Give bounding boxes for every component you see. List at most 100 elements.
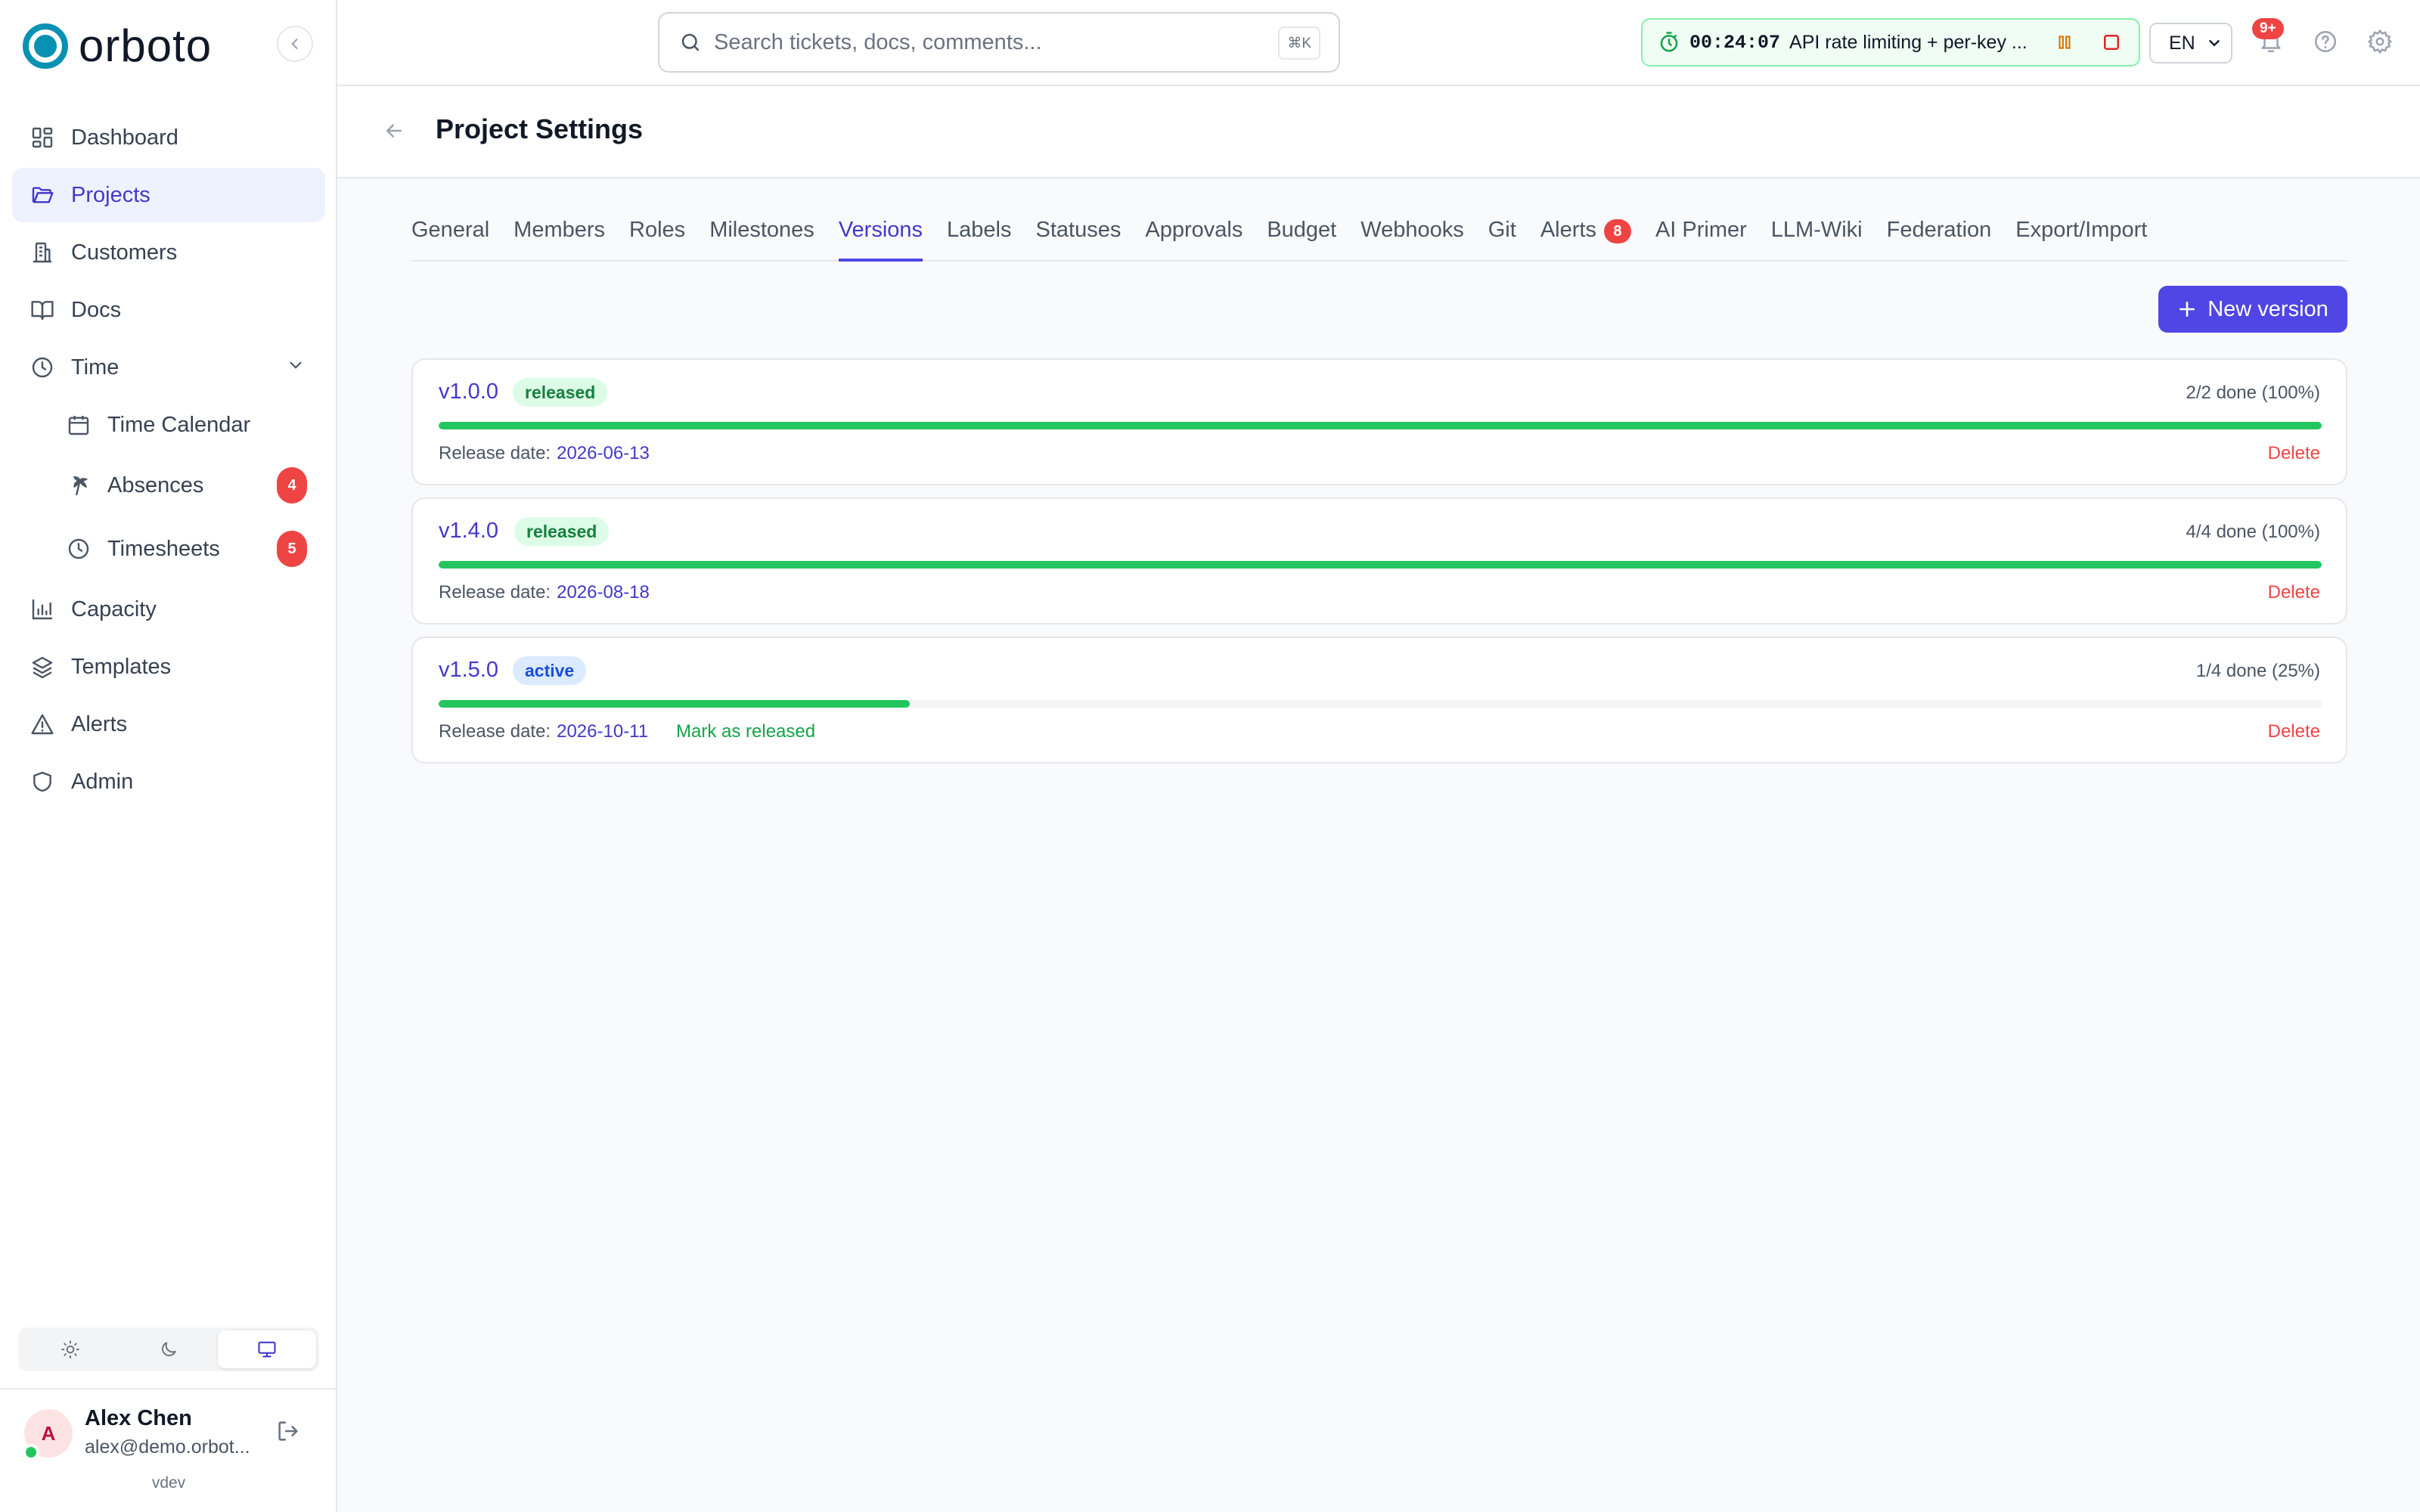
settings-tabs: General Members Roles Milestones Version…: [411, 210, 2347, 262]
tab-ai-primer[interactable]: AI Primer: [1655, 210, 1747, 262]
tab-label: Labels: [947, 218, 1012, 242]
sidebar-item-time[interactable]: Time: [12, 340, 325, 395]
clock-icon: [32, 357, 53, 378]
tab-alerts[interactable]: Alerts 8: [1540, 210, 1631, 262]
help-button[interactable]: [2313, 29, 2338, 54]
sidebar-item-docs[interactable]: Docs: [12, 283, 325, 337]
tab-webhooks[interactable]: Webhooks: [1360, 210, 1464, 262]
search-input[interactable]: Search tickets, docs, comments... ⌘K: [658, 12, 1340, 73]
user-name: Alex Chen: [85, 1406, 192, 1430]
tab-budget[interactable]: Budget: [1267, 210, 1336, 262]
sidebar-item-time-calendar[interactable]: Time Calendar: [12, 398, 325, 452]
tab-roles[interactable]: Roles: [629, 210, 685, 262]
sidebar: orboto Dashboard Projects Customers Docs…: [0, 0, 337, 1512]
monitor-icon: [258, 1341, 276, 1358]
tab-federation[interactable]: Federation: [1887, 210, 1992, 262]
settings-button[interactable]: [2367, 29, 2393, 54]
collapse-sidebar-button[interactable]: [277, 26, 313, 62]
sidebar-item-projects[interactable]: Projects: [12, 168, 325, 222]
sidebar-item-label: Absences: [107, 472, 204, 497]
theme-light-button[interactable]: [21, 1331, 119, 1368]
stop-icon[interactable]: [2100, 31, 2123, 54]
sidebar-item-admin[interactable]: Admin: [12, 754, 325, 809]
sidebar-item-templates[interactable]: Templates: [12, 640, 325, 694]
version-name[interactable]: v1.0.0: [439, 380, 498, 404]
sidebar-item-label: Customers: [71, 240, 178, 265]
logout-button[interactable]: [275, 1418, 301, 1444]
user-email: alex@demo.orbot...: [85, 1436, 250, 1458]
new-version-button[interactable]: New version: [2158, 286, 2347, 333]
sidebar-item-timesheets[interactable]: Timesheets 5: [12, 519, 325, 579]
clock-icon: [68, 538, 89, 559]
tab-label: General: [411, 218, 490, 242]
tab-members[interactable]: Members: [513, 210, 605, 262]
bar-chart-icon: [32, 599, 53, 620]
version-name[interactable]: v1.4.0: [439, 519, 498, 544]
version-progress-fill: [439, 700, 910, 708]
tab-llm-wiki[interactable]: LLM-Wiki: [1771, 210, 1863, 262]
sidebar-item-alerts[interactable]: Alerts: [12, 697, 325, 751]
release-date-label: Release date:: [439, 443, 551, 463]
theme-switcher: [18, 1328, 319, 1371]
tab-milestones[interactable]: Milestones: [709, 210, 814, 262]
version-progress-text: 2/2 done (100%): [2186, 383, 2320, 403]
sidebar-item-label: Templates: [71, 654, 172, 679]
sidebar-item-label: Admin: [71, 769, 134, 794]
sidebar-item-capacity[interactable]: Capacity: [12, 582, 325, 637]
new-version-label: New version: [2207, 296, 2328, 321]
sidebar-item-label: Capacity: [71, 596, 157, 621]
tab-approvals[interactable]: Approvals: [1145, 210, 1243, 262]
delete-version-button[interactable]: Delete: [2268, 582, 2320, 603]
back-button[interactable]: [383, 119, 405, 142]
version-progress-fill: [439, 561, 2322, 569]
version-card: v1.4.0 released 4/4 done (100%) Release …: [411, 497, 2347, 624]
version-name[interactable]: v1.5.0: [439, 658, 498, 683]
logo-text: orboto: [79, 20, 213, 71]
sidebar-item-absences[interactable]: Absences 4: [12, 455, 325, 516]
user-panel: A Alex Chen alex@demo.orbot... vdev: [0, 1388, 337, 1512]
release-date-value[interactable]: 2026-06-13: [557, 443, 650, 464]
pause-icon[interactable]: [2055, 33, 2074, 52]
topbar: Search tickets, docs, comments... ⌘K 00:…: [337, 0, 2420, 86]
delete-version-button[interactable]: Delete: [2268, 721, 2320, 742]
folder-icon: [32, 187, 54, 203]
notifications-badge: 9+: [2252, 18, 2284, 39]
tab-labels[interactable]: Labels: [947, 210, 1011, 262]
release-date-value[interactable]: 2026-08-18: [557, 582, 650, 603]
mark-as-released-button[interactable]: Mark as released: [676, 721, 815, 742]
tab-export-import[interactable]: Export/Import: [2015, 210, 2147, 262]
help-icon: [2314, 30, 2337, 53]
release-date-value[interactable]: 2026-10-11: [557, 721, 648, 742]
logo[interactable]: orboto: [23, 23, 212, 70]
tab-versions[interactable]: Versions: [838, 210, 923, 262]
sidebar-item-dashboard[interactable]: Dashboard: [12, 110, 325, 165]
sidebar-item-customers[interactable]: Customers: [12, 225, 325, 280]
chevron-down-icon: [290, 361, 302, 369]
tab-label: Members: [513, 218, 606, 242]
running-timer[interactable]: 00:24:07 API rate limiting + per-key ...: [1641, 18, 2140, 67]
app-version: vdev: [151, 1474, 186, 1492]
plus-icon: [2180, 302, 2195, 317]
search-placeholder: Search tickets, docs, comments...: [714, 29, 1042, 54]
delete-version-button[interactable]: Delete: [2268, 443, 2320, 464]
sidebar-item-label: Timesheets: [107, 536, 220, 561]
layers-icon: [32, 656, 53, 679]
tab-statuses[interactable]: Statuses: [1036, 210, 1122, 262]
tab-label: Roles: [629, 218, 686, 242]
release-date-label: Release date:: [439, 582, 551, 603]
version-progress-bar: [439, 561, 2322, 569]
search-shortcut-hint: ⌘K: [1278, 26, 1320, 60]
absences-count-badge: 4: [277, 467, 307, 503]
theme-system-button[interactable]: [218, 1331, 316, 1368]
tab-general[interactable]: General: [411, 210, 489, 262]
status-badge: released: [513, 378, 608, 407]
version-progress-text: 4/4 done (100%): [2186, 522, 2320, 542]
logout-icon: [278, 1421, 298, 1441]
tab-git[interactable]: Git: [1488, 210, 1516, 262]
gear-icon: [2367, 29, 2393, 54]
palm-tree-icon: [73, 476, 88, 496]
language-select[interactable]: EN: [2149, 23, 2232, 64]
sidebar-item-label: Dashboard: [71, 125, 178, 150]
theme-dark-button[interactable]: [119, 1331, 218, 1368]
version-progress-bar: [439, 422, 2322, 429]
